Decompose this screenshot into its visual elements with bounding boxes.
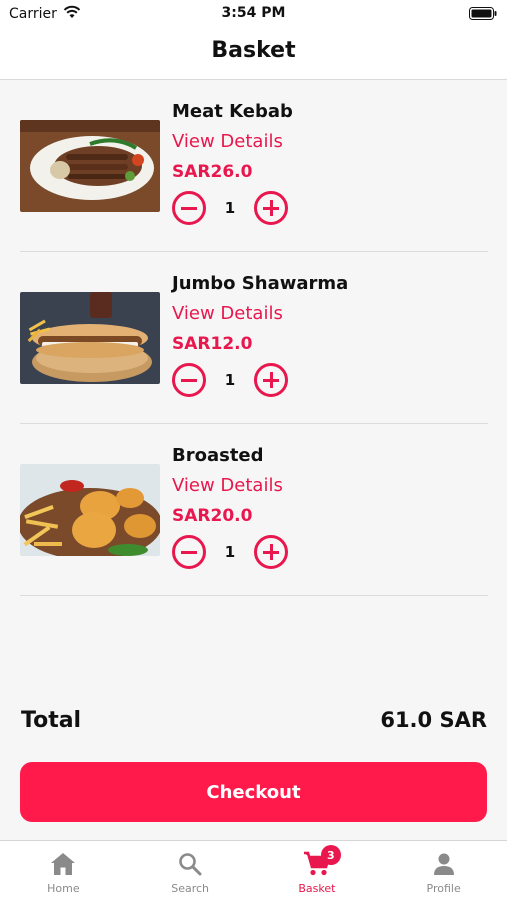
top-bar: Carrier 3:54 PM Basket bbox=[0, 0, 507, 80]
tab-basket-label: Basket bbox=[298, 882, 336, 895]
tab-search-label: Search bbox=[171, 882, 210, 895]
minus-icon bbox=[181, 550, 197, 554]
broasted-image bbox=[20, 464, 160, 556]
basket-screen: Carrier 3:54 PM Basket Meat Kebab View D… bbox=[0, 0, 507, 900]
plus-icon bbox=[269, 200, 273, 216]
plus-icon bbox=[269, 544, 273, 560]
home-icon bbox=[49, 850, 77, 878]
increase-button[interactable] bbox=[254, 535, 288, 569]
status-bar: Carrier 3:54 PM bbox=[0, 0, 507, 28]
status-time: 3:54 PM bbox=[221, 5, 286, 21]
quantity-value: 1 bbox=[224, 199, 236, 217]
item-info: Jumbo Shawarma View Details SAR12.0 1 bbox=[172, 272, 348, 397]
cart-count-badge: 3 bbox=[320, 845, 341, 865]
item-name: Meat Kebab bbox=[172, 101, 293, 122]
item-price: SAR20.0 bbox=[172, 506, 253, 526]
basket-item: Broasted View Details SAR20.0 1 bbox=[20, 424, 488, 596]
quantity-stepper: 1 bbox=[172, 191, 293, 225]
quantity-stepper: 1 bbox=[172, 363, 348, 397]
increase-button[interactable] bbox=[254, 363, 288, 397]
tab-profile-label: Profile bbox=[426, 882, 461, 895]
tab-bar: Home Search 3 Basket Profile bbox=[0, 840, 507, 900]
search-icon bbox=[176, 850, 204, 878]
tab-home-label: Home bbox=[47, 882, 80, 895]
total-row: Total 61.0 SAR bbox=[21, 705, 487, 735]
page-title: Basket bbox=[211, 38, 296, 63]
minus-icon bbox=[181, 206, 197, 210]
increase-button[interactable] bbox=[254, 191, 288, 225]
cart-icon: 3 bbox=[303, 845, 341, 878]
item-price: SAR26.0 bbox=[172, 162, 253, 182]
view-details-link[interactable]: View Details bbox=[172, 474, 288, 498]
battery-icon bbox=[469, 7, 497, 24]
tab-profile[interactable]: Profile bbox=[380, 841, 507, 900]
item-info: Broasted View Details SAR20.0 1 bbox=[172, 444, 288, 569]
basket-item: Meat Kebab View Details SAR26.0 1 bbox=[20, 80, 488, 252]
decrease-button[interactable] bbox=[172, 191, 206, 225]
checkout-button[interactable]: Checkout bbox=[20, 762, 487, 822]
total-value: 61.0 SAR bbox=[380, 708, 487, 732]
decrease-button[interactable] bbox=[172, 535, 206, 569]
quantity-value: 1 bbox=[224, 543, 236, 561]
jumbo-shawarma-image bbox=[20, 292, 160, 384]
view-details-link[interactable]: View Details bbox=[172, 130, 293, 154]
total-label: Total bbox=[21, 707, 82, 733]
quantity-value: 1 bbox=[224, 371, 236, 389]
tab-home[interactable]: Home bbox=[0, 841, 127, 900]
item-info: Meat Kebab View Details SAR26.0 1 bbox=[172, 100, 293, 225]
person-icon bbox=[430, 850, 458, 878]
tab-search[interactable]: Search bbox=[127, 841, 254, 900]
tab-basket[interactable]: 3 Basket bbox=[254, 841, 381, 900]
basket-list: Meat Kebab View Details SAR26.0 1 Jumbo … bbox=[20, 80, 488, 596]
decrease-button[interactable] bbox=[172, 363, 206, 397]
item-price: SAR12.0 bbox=[172, 334, 253, 354]
minus-icon bbox=[181, 378, 197, 382]
quantity-stepper: 1 bbox=[172, 535, 288, 569]
view-details-link[interactable]: View Details bbox=[172, 302, 348, 326]
item-name: Jumbo Shawarma bbox=[172, 273, 349, 294]
item-name: Broasted bbox=[172, 445, 264, 466]
basket-item: Jumbo Shawarma View Details SAR12.0 1 bbox=[20, 252, 488, 424]
meat-kebab-image bbox=[20, 120, 160, 212]
plus-icon bbox=[269, 372, 273, 388]
